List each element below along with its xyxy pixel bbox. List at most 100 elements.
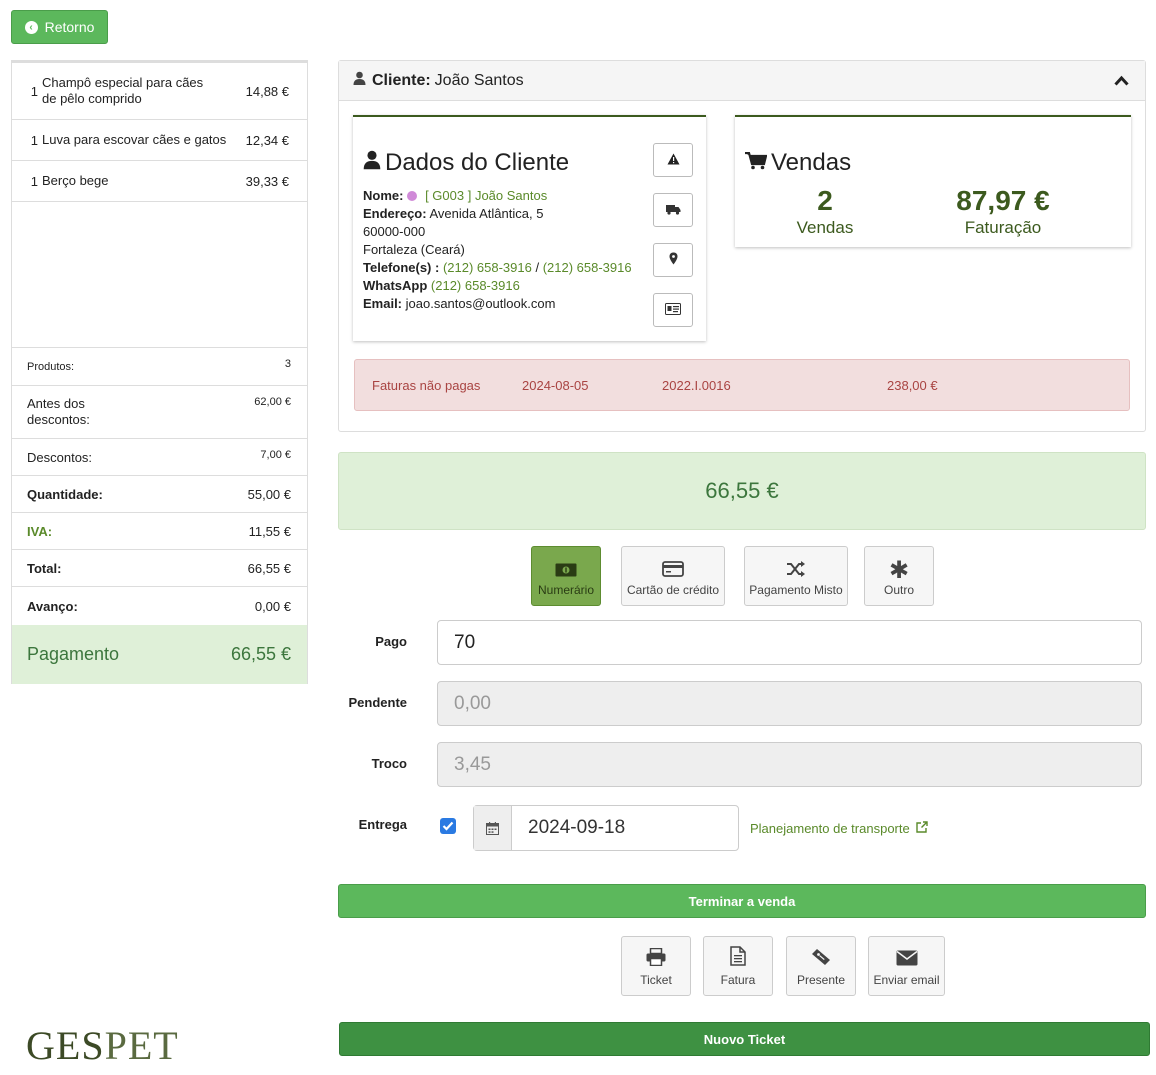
summary-iva: IVA: 11,55 € bbox=[12, 512, 307, 549]
client-data-box: Dados do Cliente Nome: [ G003 ] João San… bbox=[353, 115, 706, 341]
summary-antes: Antes dos descontos: 62,00 € bbox=[12, 385, 307, 438]
entrega-checkbox[interactable] bbox=[440, 818, 456, 834]
delivery-date-value: 2024-09-18 bbox=[528, 817, 626, 838]
logo-text-a: GES bbox=[26, 1023, 105, 1068]
cart-item-name: Champô especial para cães de pêlo compri… bbox=[42, 75, 204, 106]
map-pin-icon bbox=[669, 252, 678, 268]
finish-sale-button[interactable]: Terminar a venda bbox=[338, 884, 1146, 918]
summary-label: Total: bbox=[27, 560, 62, 576]
pago-label: Pago bbox=[375, 634, 407, 649]
cart-item-price: 14,88 € bbox=[245, 83, 289, 99]
email-label: Email: bbox=[363, 296, 403, 311]
shopping-cart-icon bbox=[745, 149, 768, 177]
summary-quantidade: Quantidade: 55,00 € bbox=[12, 475, 307, 512]
new-ticket-label: Nuovo Ticket bbox=[703, 1031, 786, 1047]
chevron-up-icon[interactable] bbox=[1114, 73, 1129, 91]
revenue-value: 87,97 € bbox=[956, 185, 1050, 216]
client-data-title-text: Dados do Cliente bbox=[385, 149, 570, 176]
id-card-icon bbox=[665, 302, 681, 318]
unpaid-amount: 238,00 € bbox=[887, 378, 938, 393]
pago-input[interactable]: 70 bbox=[437, 620, 1142, 665]
finish-sale-label: Terminar a venda bbox=[688, 893, 796, 909]
whatsapp-link[interactable]: (212) 658-3916 bbox=[431, 278, 520, 293]
logo-text-b: PET bbox=[104, 1023, 179, 1068]
summary-value: 66,55 € bbox=[247, 560, 291, 576]
telefone-link[interactable]: (212) 658-3916 bbox=[443, 260, 532, 275]
sales-count-label: Vendas bbox=[796, 218, 854, 237]
cart-item[interactable]: 1 Berço bege 39,33 € bbox=[12, 161, 307, 202]
back-button[interactable]: ‹ Retorno bbox=[11, 10, 108, 44]
delivery-button[interactable] bbox=[653, 193, 693, 227]
troco-input: 3,45 bbox=[437, 742, 1142, 787]
user-icon bbox=[363, 149, 381, 177]
endereco-line3: Fortaleza (Ceará) bbox=[363, 242, 465, 257]
output-button-label: Ticket bbox=[640, 973, 672, 987]
unpaid-invoices-alert[interactable]: Faturas não pagas 2024-08-05 2022.I.0016… bbox=[354, 359, 1130, 411]
truck-icon bbox=[665, 203, 681, 218]
telefone-sep: / bbox=[531, 260, 543, 275]
output-button-label: Presente bbox=[796, 973, 846, 987]
troco-value: 3,45 bbox=[454, 753, 491, 775]
cart-panel: 1 Champô especial para cães de pêlo comp… bbox=[11, 60, 308, 684]
summary-value: 55,00 € bbox=[247, 486, 291, 502]
payment-method-mixed[interactable]: Pagamento Misto bbox=[744, 546, 848, 606]
nome-label: Nome: bbox=[363, 188, 404, 203]
cart-item-qty: 1 bbox=[30, 132, 38, 148]
output-button-label: Fatura bbox=[720, 973, 756, 987]
cart-item[interactable]: 1 Luva para escovar cães e gatos 12,34 € bbox=[12, 120, 307, 161]
status-dot-icon bbox=[407, 191, 418, 201]
warning-button[interactable] bbox=[653, 143, 693, 177]
payment-method-other[interactable]: ✱ Outro bbox=[864, 546, 934, 606]
arrow-left-icon: ‹ bbox=[24, 20, 38, 34]
endereco-line1: Avenida Atlântica, 5 bbox=[429, 206, 544, 221]
payment-row: Pagamento 66,55 € bbox=[12, 625, 307, 684]
new-ticket-button[interactable]: Nuovo Ticket bbox=[339, 1022, 1150, 1056]
payment-method-label: Outro bbox=[883, 583, 914, 597]
payment-method-cash[interactable]: Numerário bbox=[531, 546, 601, 606]
client-header[interactable]: Cliente: João Santos bbox=[339, 61, 1145, 101]
unpaid-label: Faturas não pagas bbox=[372, 378, 481, 393]
id-card-button[interactable] bbox=[653, 293, 693, 327]
cart-item-name: Luva para escovar cães e gatos bbox=[42, 132, 227, 147]
summary-value: 11,55 € bbox=[248, 523, 291, 539]
summary-value: 62,00 € bbox=[254, 396, 291, 408]
unpaid-date: 2024-08-05 bbox=[522, 378, 589, 393]
transport-planning-link[interactable]: Planejamento de transporte bbox=[750, 821, 928, 836]
send-email-button[interactable]: Enviar email bbox=[868, 936, 945, 996]
warning-icon bbox=[667, 153, 680, 168]
amount-due-box: 66,55 € bbox=[338, 452, 1146, 530]
sales-count: 2 bbox=[817, 185, 833, 216]
cart-item-qty: 1 bbox=[30, 83, 38, 99]
cart-item-price: 12,34 € bbox=[245, 132, 289, 148]
location-button[interactable] bbox=[653, 243, 693, 277]
invoice-button[interactable]: Fatura bbox=[703, 936, 773, 996]
entrega-label: Entrega bbox=[358, 817, 407, 832]
payment-method-credit-card[interactable]: Cartão de crédito bbox=[621, 546, 725, 606]
ticket-icon bbox=[811, 948, 831, 969]
envelope-icon bbox=[896, 950, 918, 969]
gespet-logo: GESPET bbox=[26, 1022, 179, 1069]
summary-label: Produtos: bbox=[27, 360, 75, 373]
payment-value: 66,55 € bbox=[230, 644, 291, 664]
file-text-icon bbox=[730, 946, 746, 969]
print-ticket-button[interactable]: Ticket bbox=[621, 936, 691, 996]
cart-item-name: Berço bege bbox=[42, 173, 109, 188]
endereco-line2: 60000-000 bbox=[363, 224, 426, 239]
telefone-link[interactable]: (212) 658-3916 bbox=[543, 260, 632, 275]
delivery-date-input[interactable]: 2024-09-18 bbox=[473, 805, 739, 851]
client-data-title: Dados do Cliente bbox=[363, 149, 569, 177]
summary-label: Antes dos descontos: bbox=[27, 396, 90, 427]
output-button-label: Enviar email bbox=[873, 973, 940, 987]
telefone-label: Telefone(s) : bbox=[363, 260, 440, 275]
summary-total: Total: 66,55 € bbox=[12, 549, 307, 586]
cart-item[interactable]: 1 Champô especial para cães de pêlo comp… bbox=[12, 63, 307, 120]
client-name-link[interactable]: [ G003 ] João Santos bbox=[425, 188, 547, 203]
revenue-stat: 87,97 € Faturação bbox=[935, 185, 1071, 238]
transport-link-label: Planejamento de transporte bbox=[750, 821, 910, 836]
client-info: Nome: [ G003 ] João Santos Endereço: Ave… bbox=[363, 187, 632, 313]
credit-card-icon bbox=[662, 561, 684, 580]
gift-ticket-button[interactable]: Presente bbox=[786, 936, 856, 996]
printer-icon bbox=[646, 947, 666, 969]
email-value: joao.santos@outlook.com bbox=[405, 296, 556, 311]
pendente-value: 0,00 bbox=[454, 692, 491, 714]
